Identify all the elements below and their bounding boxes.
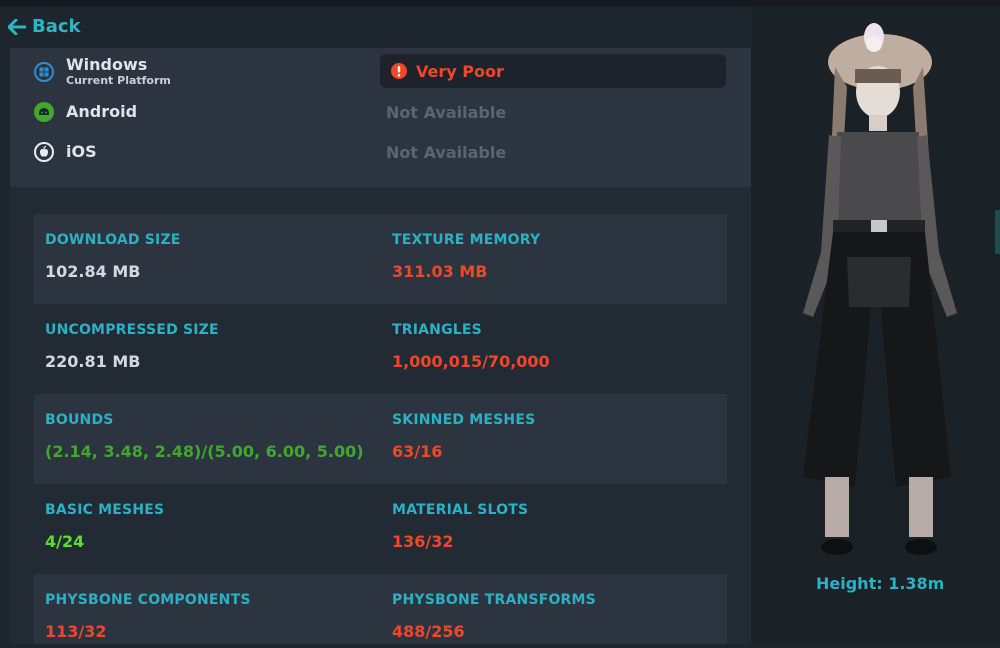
stat-basic-meshes: BASIC MESHES 4/24 xyxy=(45,502,164,551)
performance-rating-text: Very Poor xyxy=(416,61,504,81)
performance-rating-badge: Very Poor xyxy=(380,54,726,88)
stat-skinned-meshes: SKINNED MESHES 63/16 xyxy=(392,412,535,461)
stat-value: 1,000,015/70,000 xyxy=(392,352,550,371)
platform-subtitle: Current Platform xyxy=(66,74,171,87)
very-poor-icon xyxy=(390,62,408,80)
top-bar xyxy=(0,0,1000,7)
android-status: Not Available xyxy=(386,103,507,122)
stat-value: 311.03 MB xyxy=(392,262,488,281)
stat-uncompressed-size: UNCOMPRESSED SIZE 220.81 MB xyxy=(45,322,219,371)
stat-value: 63/16 xyxy=(392,442,443,461)
stat-value: (2.14, 3.48, 2.48)/(5.00, 6.00, 5.00) xyxy=(45,442,364,461)
platform-row-ios: iOS xyxy=(34,142,97,162)
stat-value: 113/32 xyxy=(45,622,107,641)
stat-value: 4/24 xyxy=(45,532,85,551)
platform-name-windows: Windows xyxy=(66,55,148,74)
stat-label: UNCOMPRESSED SIZE xyxy=(45,322,219,338)
stat-label: PHYSBONE COMPONENTS xyxy=(45,592,251,608)
stat-texture-memory: TEXTURE MEMORY 311.03 MB xyxy=(392,232,540,281)
stat-label: SKINNED MESHES xyxy=(392,412,536,428)
platform-row-windows: Windows Current Platform xyxy=(34,56,171,87)
android-icon xyxy=(34,102,54,122)
stat-row: BOUNDS (2.14, 3.48, 2.48)/(5.00, 6.00, 5… xyxy=(34,394,727,484)
stat-bounds: BOUNDS (2.14, 3.48, 2.48)/(5.00, 6.00, 5… xyxy=(45,412,364,461)
back-button[interactable]: Back xyxy=(8,16,81,37)
stat-value: 102.84 MB xyxy=(45,262,141,281)
back-arrow-icon xyxy=(8,18,26,35)
stat-label: MATERIAL SLOTS xyxy=(392,502,529,518)
stats-panel: DOWNLOAD SIZE 102.84 MB TEXTURE MEMORY 3… xyxy=(10,187,751,644)
stat-value: 220.81 MB xyxy=(45,352,141,371)
stat-label: BASIC MESHES xyxy=(45,502,165,518)
stat-row: PHYSBONE COMPONENTS 113/32 PHYSBONE TRAN… xyxy=(34,574,727,644)
stat-download-size: DOWNLOAD SIZE 102.84 MB xyxy=(45,232,181,281)
stat-row: DOWNLOAD SIZE 102.84 MB TEXTURE MEMORY 3… xyxy=(34,214,727,304)
stat-material-slots: MATERIAL SLOTS 136/32 xyxy=(392,502,528,551)
platform-row-android: Android xyxy=(34,102,137,122)
stat-label: TRIANGLES xyxy=(392,322,482,338)
stat-label: TEXTURE MEMORY xyxy=(392,232,541,248)
windows-icon xyxy=(34,61,54,82)
platform-name-ios: iOS xyxy=(66,142,97,161)
stat-value: 488/256 xyxy=(392,622,465,641)
ios-status: Not Available xyxy=(386,143,507,162)
scroll-edge-indicator xyxy=(995,210,1000,254)
stat-row: BASIC MESHES 4/24 MATERIAL SLOTS 136/32 xyxy=(34,484,727,574)
avatar-preview[interactable] xyxy=(751,7,1000,644)
stat-physbone-components: PHYSBONE COMPONENTS 113/32 xyxy=(45,592,251,641)
stat-label: BOUNDS xyxy=(45,412,114,428)
platform-name-android: Android xyxy=(66,102,138,121)
stat-triangles: TRIANGLES 1,000,015/70,000 xyxy=(392,322,550,371)
apple-icon xyxy=(34,142,54,162)
platform-panel: Windows Current Platform Very Poor Andro… xyxy=(10,48,751,187)
stat-label: DOWNLOAD SIZE xyxy=(45,232,181,248)
avatar-height-label: Height: 1.38m xyxy=(816,574,945,593)
avatar-model-image xyxy=(803,23,957,555)
stat-physbone-transforms: PHYSBONE TRANSFORMS 488/256 xyxy=(392,592,596,641)
stat-label: PHYSBONE TRANSFORMS xyxy=(392,592,596,608)
stat-row: UNCOMPRESSED SIZE 220.81 MB TRIANGLES 1,… xyxy=(34,304,727,394)
back-label: Back xyxy=(32,16,81,37)
stat-value: 136/32 xyxy=(392,532,454,551)
